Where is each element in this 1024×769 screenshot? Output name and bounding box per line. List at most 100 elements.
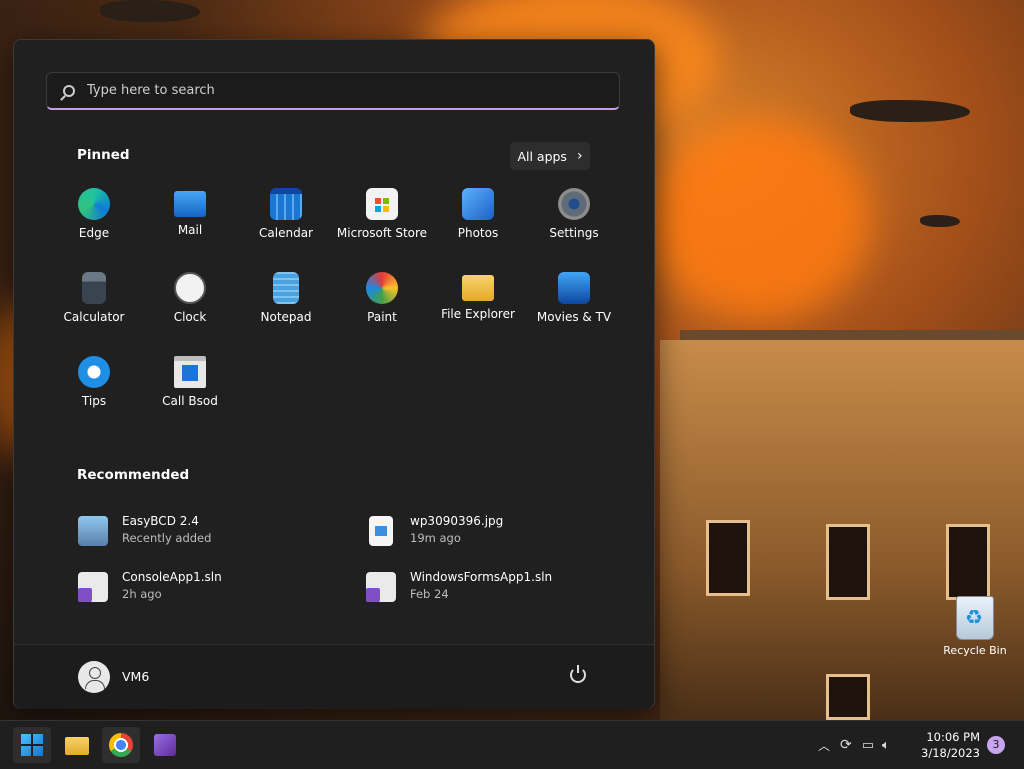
pinned-title: Pinned <box>77 147 130 163</box>
notepad-icon <box>273 272 299 304</box>
taskbar: ︿ ⟳ ▭ 🔈︎ 10:06 PM 3/18/2023 3 <box>0 720 1024 769</box>
speaker-icon[interactable]: 🔈︎ <box>882 738 890 753</box>
recommended-item-name: ConsoleApp1.sln <box>122 570 222 584</box>
app-label: Mail <box>177 223 203 237</box>
taskbar-chrome[interactable] <box>102 727 140 763</box>
network-icon[interactable]: ▭ <box>862 738 874 753</box>
taskbar-visual-studio[interactable] <box>146 727 184 763</box>
app-window-icon <box>174 356 206 388</box>
photos-icon <box>462 188 494 220</box>
recommended-item-windowsformsapp1[interactable]: WindowsFormsApp1.sln Feb 24 <box>366 568 626 608</box>
start-menu-footer: VM6 <box>14 644 654 709</box>
app-label: Movies & TV <box>536 310 612 324</box>
clock[interactable]: 10:06 PM 3/18/2023 <box>918 729 980 761</box>
app-label: Notepad <box>260 310 312 324</box>
wallpaper-window <box>826 674 870 720</box>
user-name[interactable]: VM6 <box>122 669 149 684</box>
recommended-item-name: WindowsFormsApp1.sln <box>410 570 553 584</box>
sync-alert-icon[interactable]: ⟳ <box>840 737 852 753</box>
wallpaper-helicopter <box>100 0 200 22</box>
start-button[interactable] <box>13 727 51 763</box>
app-label: Calculator <box>63 310 125 324</box>
mail-icon <box>174 191 206 217</box>
pinned-app-calculator[interactable]: Calculator <box>46 266 142 326</box>
visual-studio-icon <box>154 734 176 756</box>
pinned-app-clock[interactable]: Clock <box>142 266 238 326</box>
pinned-app-photos[interactable]: Photos <box>430 182 526 242</box>
start-menu: Pinned All apps › Edge Mail Calendar Mic… <box>13 39 655 709</box>
pinned-app-edge[interactable]: Edge <box>46 182 142 242</box>
recommended-item-time: 19m ago <box>410 531 461 545</box>
pinned-apps-grid: Edge Mail Calendar Microsoft Store Photo… <box>46 182 622 410</box>
chevron-right-icon: › <box>576 148 583 164</box>
app-label: Paint <box>367 310 397 324</box>
app-label: Tips <box>81 394 107 408</box>
clock-date: 3/18/2023 <box>921 746 980 760</box>
calculator-icon <box>82 272 106 304</box>
lightbulb-icon <box>78 356 110 388</box>
visual-studio-solution-icon <box>78 572 108 602</box>
search-box[interactable] <box>46 72 620 110</box>
app-label: Settings <box>549 226 599 240</box>
visual-studio-solution-icon <box>366 572 396 602</box>
recommended-title: Recommended <box>77 467 190 483</box>
folder-icon <box>462 275 494 301</box>
search-icon <box>63 84 75 97</box>
app-label: Photos <box>457 226 499 240</box>
pinned-app-movies-tv[interactable]: Movies & TV <box>526 266 622 326</box>
windows-logo-icon <box>21 734 43 756</box>
pinned-app-microsoft-store[interactable]: Microsoft Store <box>334 182 430 242</box>
easybcd-icon <box>78 516 108 546</box>
recycle-bin[interactable]: Recycle Bin <box>943 596 1007 657</box>
app-label: Calendar <box>259 226 313 240</box>
recommended-item-time: Feb 24 <box>410 587 449 601</box>
search-input[interactable] <box>85 82 589 99</box>
app-label: Microsoft Store <box>336 226 428 240</box>
edge-icon <box>78 188 110 220</box>
app-label: Call Bsod <box>162 394 218 408</box>
chevron-up-icon[interactable]: ︿ <box>818 737 830 754</box>
pinned-app-calendar[interactable]: Calendar <box>238 182 334 242</box>
power-icon[interactable] <box>570 665 586 683</box>
recommended-item-time: Recently added <box>122 531 212 545</box>
recommended-item-name: wp3090396.jpg <box>410 514 504 528</box>
clock-time: 10:06 PM <box>926 730 980 744</box>
folder-icon <box>65 737 89 755</box>
wallpaper-helicopter <box>850 100 970 122</box>
wallpaper-window <box>946 524 990 600</box>
recommended-item-name: EasyBCD 2.4 <box>122 514 199 528</box>
calendar-icon <box>270 188 302 220</box>
wallpaper-fire <box>650 120 870 320</box>
all-apps-label: All apps <box>517 148 567 164</box>
wallpaper-window <box>706 520 750 596</box>
recommended-item-time: 2h ago <box>122 587 162 601</box>
recommended-item-wp3090396[interactable]: wp3090396.jpg 19m ago <box>366 512 626 552</box>
store-icon <box>366 188 398 220</box>
recycle-bin-icon <box>956 596 994 640</box>
image-file-icon <box>369 516 393 546</box>
chrome-icon <box>109 733 133 757</box>
all-apps-button[interactable]: All apps › <box>510 142 590 170</box>
pinned-app-mail[interactable]: Mail <box>142 182 238 242</box>
avatar[interactable] <box>78 661 110 693</box>
wallpaper-helicopter <box>920 215 960 227</box>
app-label: File Explorer <box>441 307 515 321</box>
pinned-app-settings[interactable]: Settings <box>526 182 622 242</box>
pinned-app-file-explorer[interactable]: File Explorer <box>430 266 526 326</box>
pinned-app-call-bsod[interactable]: Call Bsod <box>142 350 238 410</box>
movies-icon <box>558 272 590 304</box>
clock-icon <box>174 272 206 304</box>
recommended-item-consoleapp1[interactable]: ConsoleApp1.sln 2h ago <box>78 568 338 608</box>
system-tray: ︿ ⟳ ▭ 🔈︎ <box>818 721 890 769</box>
app-label: Clock <box>173 310 207 324</box>
recommended-item-easybcd[interactable]: EasyBCD 2.4 Recently added <box>78 512 338 552</box>
gear-icon <box>558 188 590 220</box>
pinned-app-notepad[interactable]: Notepad <box>238 266 334 326</box>
pinned-app-paint[interactable]: Paint <box>334 266 430 326</box>
paint-icon <box>366 272 398 304</box>
wallpaper-window <box>826 524 870 600</box>
notification-badge[interactable]: 3 <box>987 736 1005 754</box>
taskbar-file-explorer[interactable] <box>58 727 96 763</box>
recycle-bin-label: Recycle Bin <box>943 644 1007 657</box>
pinned-app-tips[interactable]: Tips <box>46 350 142 410</box>
